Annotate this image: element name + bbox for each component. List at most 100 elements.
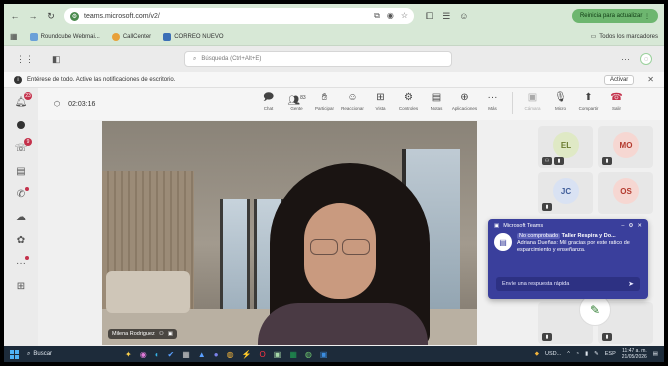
forward-icon[interactable]: →: [28, 11, 38, 21]
more-options-icon[interactable]: ···: [621, 54, 630, 64]
close-icon[interactable]: ✕: [637, 223, 642, 229]
speaker-icon[interactable]: ▮: [585, 351, 588, 357]
participant-tile[interactable]: EL ⚇ ▮: [538, 126, 593, 168]
chat-dot-icon[interactable]: [15, 119, 27, 131]
participant-tile[interactable]: JC ▮: [538, 172, 593, 214]
screen-share-icon[interactable]: ⧉: [374, 11, 380, 21]
store-icon[interactable]: ▲: [198, 350, 206, 359]
notifications-icon[interactable]: ▤: [653, 351, 658, 357]
calendar-icon[interactable]: ▤: [15, 165, 27, 177]
weather-icon: ◆: [534, 351, 539, 357]
more-icon: ···: [487, 92, 498, 103]
clock[interactable]: 11:47 a. m. 21/05/2026: [622, 348, 647, 360]
teams-active-icon[interactable]: ▣: [274, 350, 282, 359]
opera-icon[interactable]: O: [260, 350, 266, 359]
outlook-icon[interactable]: ▣: [320, 350, 328, 359]
app-icon[interactable]: ⚡: [242, 350, 252, 359]
tool-react[interactable]: ☺ Reaccionar: [340, 92, 365, 114]
chrome-active-icon[interactable]: ◍: [305, 350, 312, 359]
copilot-icon[interactable]: ✿: [15, 234, 27, 246]
chat-avatar: ▤: [494, 233, 512, 251]
info-icon: i: [14, 75, 22, 84]
react-icon: ☺: [347, 92, 358, 103]
teams-icon[interactable]: ●: [214, 350, 219, 359]
minimize-icon[interactable]: –: [621, 223, 624, 229]
mic-off-icon: ▮: [602, 157, 612, 165]
sidebar-toggle-icon[interactable]: ◧: [52, 54, 61, 65]
chat-notification-toast[interactable]: ▣ Microsoft Teams – ⚙ ✕ ▤ No comprobado …: [488, 219, 648, 299]
extensions-icon[interactable]: ⧠: [426, 11, 433, 22]
avatar[interactable]: ◌: [640, 53, 652, 65]
bookmark-icon: [163, 32, 172, 41]
close-icon[interactable]: ✕: [647, 75, 654, 84]
system-tray: ◆ USD... ^ ◔ ▮ ✎ ESP 11:47 a. m. 21/05/2…: [535, 348, 658, 360]
more-icon[interactable]: ···: [15, 256, 29, 269]
excel-icon[interactable]: ▦: [289, 350, 297, 359]
network-icon[interactable]: ◔: [576, 351, 579, 357]
browser-toolbar: ← → ↻ ⚙ teams.microsoft.com/v2/ ⧉ ◉ ☆ ⧠ …: [4, 4, 664, 28]
chevron-up-icon[interactable]: ^: [567, 351, 570, 357]
mic-icon: ▣: [167, 331, 173, 337]
settings-icon[interactable]: ⚙: [628, 223, 633, 229]
bookmark-roundcube[interactable]: Roundcube Webmai...: [29, 32, 100, 41]
participant-tile[interactable]: OS: [598, 172, 653, 214]
all-bookmarks[interactable]: ▭ Todos los marcadores: [590, 33, 658, 41]
search-input[interactable]: ⌕ Búsqueda (Ctrl+Alt+E): [184, 51, 452, 67]
bookmark-correo[interactable]: CORREO NUEVO: [163, 32, 224, 41]
tool-chat[interactable]: 🗩︎ Chat: [256, 92, 281, 114]
folder-icon: ▭: [590, 34, 597, 40]
add-apps-icon[interactable]: ⊞: [15, 280, 27, 292]
update-button[interactable]: Reinicia para actualizar ⋮: [571, 9, 658, 23]
chrome-icon[interactable]: ◍: [227, 350, 234, 359]
taskbar-search[interactable]: ⌕ Buscar: [27, 351, 117, 358]
tool-raise-hand[interactable]: ✋︎ Participar: [312, 92, 337, 114]
tool-people[interactable]: 👥︎83 Gente: [284, 92, 309, 114]
bookmark-icon: [29, 32, 38, 41]
tool-notes[interactable]: ▤ Notas: [424, 92, 449, 114]
app-launcher-icon[interactable]: ⋮⋮: [16, 54, 34, 65]
pen-icon[interactable]: ✎: [594, 351, 599, 357]
calls-icon[interactable]: ✆: [15, 187, 29, 200]
tool-camera[interactable]: ▣ Cámara: [520, 92, 545, 114]
copilot-icon[interactable]: ◉: [140, 350, 147, 359]
profile-icon[interactable]: ☺: [459, 11, 468, 22]
tool-share[interactable]: ⬆ Compartir: [576, 92, 601, 114]
reading-list-icon[interactable]: ☰: [442, 11, 450, 22]
chat-icon[interactable]: ☏ 9: [15, 138, 32, 154]
meeting-toolbar: ⬡ 02:03:16 🗩︎ Chat 👥︎83 Gente ✋︎ Participar…: [38, 88, 664, 120]
tool-leave[interactable]: ☎ Salir: [604, 92, 629, 114]
quick-reply-input[interactable]: Envíe una respuesta rápida ➤: [496, 277, 640, 291]
bell-icon[interactable]: 🔔︎ 23: [15, 92, 32, 108]
start-icon[interactable]: [10, 349, 19, 359]
tool-view[interactable]: ⊞ Vista: [368, 92, 393, 114]
cloud-icon[interactable]: ☁: [15, 211, 27, 223]
tool-controls[interactable]: ⚙ Controles: [396, 92, 421, 114]
edge-icon[interactable]: ◐: [155, 350, 160, 359]
send-icon[interactable]: ➤: [628, 280, 634, 288]
back-icon[interactable]: ←: [10, 11, 20, 21]
eye-off-icon[interactable]: ◉: [387, 11, 394, 21]
tool-mic[interactable]: 🎙︎ Micro: [548, 92, 573, 114]
chat-badge: 9: [24, 138, 32, 146]
tool-more[interactable]: ··· Más: [480, 92, 505, 114]
language-indicator[interactable]: ESP: [605, 351, 616, 357]
apps-grid-icon[interactable]: ▦: [10, 32, 18, 41]
toast-app-name: Microsoft Teams: [503, 223, 544, 229]
search-icon: ⌕: [27, 350, 31, 357]
controls-icon: ⚙: [404, 92, 413, 103]
activate-button[interactable]: Activar: [603, 74, 635, 85]
bookmark-star-icon[interactable]: ☆: [401, 11, 408, 21]
unverified-tag: No comprobado: [517, 233, 561, 239]
main-video[interactable]: Milena Rodriguez ⚇ ▣: [102, 121, 477, 345]
address-bar[interactable]: ⚙ teams.microsoft.com/v2/ ⧉ ◉ ☆: [64, 8, 414, 24]
notes-icon: ▤: [431, 92, 442, 103]
bookmark-callcenter[interactable]: CallCenter: [111, 32, 151, 41]
calculator-icon[interactable]: ▦: [182, 350, 190, 359]
reload-icon[interactable]: ↻: [46, 11, 56, 21]
widgets-icon[interactable]: ✦: [125, 350, 132, 359]
currency-widget[interactable]: USD...: [545, 351, 561, 357]
tool-apps[interactable]: ⊕ Aplicaciones: [452, 92, 477, 114]
participant-tile[interactable]: MO ▮: [598, 126, 653, 168]
site-info-icon[interactable]: ⚙: [70, 11, 79, 21]
todo-icon[interactable]: ✔: [168, 350, 175, 359]
